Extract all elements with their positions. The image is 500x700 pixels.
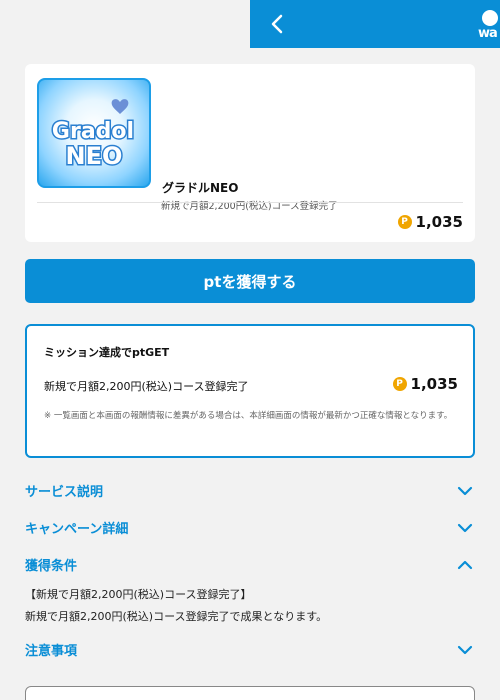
- card-divider: [37, 202, 463, 203]
- mission-title: ミッション達成でptGET: [44, 346, 170, 359]
- chevron-down-icon: [457, 645, 473, 655]
- mission-points-value: 1,035: [410, 375, 458, 393]
- accordion-notes-label: 注意事項: [25, 644, 78, 659]
- product-points-value: 1,035: [415, 213, 463, 231]
- mission-box: ミッション達成でptGET 新規で月額2,200円(税込)コース登録完了 P 1…: [25, 324, 475, 458]
- chevron-down-icon: [457, 523, 473, 533]
- accordion-campaign[interactable]: キャンペーン詳細: [25, 518, 475, 538]
- image-text-bottom: NEO: [66, 142, 123, 170]
- conditions-body-text: 新規で月額2,200円(税込)コース登録完了で成果となります。: [25, 610, 328, 623]
- product-description: 新規で月額2,200円(税込)コース登録完了: [161, 201, 338, 212]
- accordion-conditions-label: 獲得条件: [25, 559, 78, 574]
- accordion-campaign-label: キャンペーン詳細: [25, 522, 129, 537]
- mission-points: P 1,035: [392, 375, 458, 393]
- chevron-down-icon: [457, 486, 473, 496]
- mission-note: ※ 一覧画面と本画面の報酬情報に差異がある場合は、本詳細画面の情報が最新かつ正確…: [44, 411, 453, 421]
- get-points-button[interactable]: ptを獲得する: [25, 259, 475, 303]
- accordion-notes[interactable]: 注意事項: [25, 640, 475, 660]
- point-coin-icon: P: [392, 377, 407, 391]
- product-image[interactable]: Gradol NEO: [37, 78, 151, 188]
- app-logo[interactable]: wa: [476, 8, 500, 42]
- mission-condition: 新規で月額2,200円(税込)コース登録完了: [44, 380, 249, 393]
- conditions-heading-text: 【新規で月額2,200円(税込)コース登録完了】: [25, 588, 252, 601]
- product-card: Gradol NEO グラドルNEO 新規で月額2,200円(税込)コース登録完…: [25, 64, 475, 242]
- product-points: P 1,035: [397, 212, 463, 232]
- accordion-service[interactable]: サービス説明: [25, 481, 475, 501]
- chevron-up-icon: [457, 560, 473, 570]
- product-name: グラドルNEO: [162, 181, 239, 195]
- back-arrow-icon[interactable]: [266, 12, 290, 36]
- image-text-top: Gradol: [52, 119, 134, 144]
- accordion-service-label: サービス説明: [25, 485, 104, 500]
- accordion-conditions[interactable]: 獲得条件: [25, 555, 475, 575]
- header-bar: wa: [250, 0, 500, 48]
- bottom-panel: [25, 686, 475, 700]
- point-coin-icon: P: [397, 215, 412, 229]
